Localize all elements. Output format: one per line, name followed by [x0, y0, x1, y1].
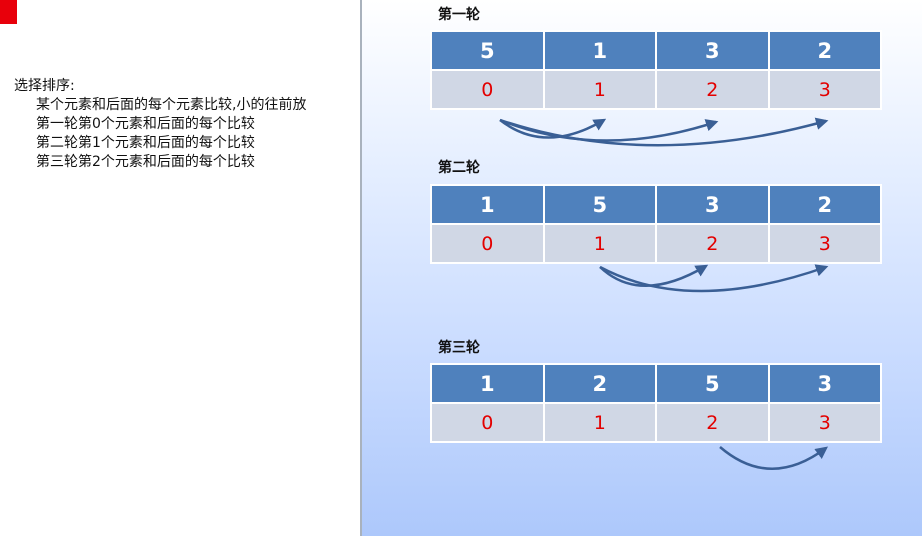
- notes-line: 第一轮第0个元素和后面的每个比较: [36, 116, 255, 132]
- array-value-cell: 2: [767, 184, 882, 225]
- notes-line: 某个元素和后面的每个元素比较,小的往前放: [36, 97, 307, 113]
- array-index-cell: 0: [430, 402, 545, 443]
- array-index-cell: 1: [542, 402, 657, 443]
- round-2-array: 1 5 3 2 0 1 2 3: [430, 184, 882, 264]
- array-value-cell: 3: [767, 363, 882, 404]
- red-marker: [0, 0, 17, 24]
- notes-line: 第三轮第2个元素和后面的每个比较: [36, 154, 255, 170]
- array-value-cell: 1: [430, 363, 545, 404]
- round-1-array: 5 1 3 2 0 1 2 3: [430, 30, 882, 110]
- array-value-cell: 2: [542, 363, 657, 404]
- round-3-array: 1 2 5 3 0 1 2 3: [430, 363, 882, 443]
- notes-line: 第二轮第1个元素和后面的每个比较: [36, 135, 255, 151]
- array-index-cell: 0: [430, 223, 545, 264]
- array-value-cell: 5: [542, 184, 657, 225]
- round-2-title: 第二轮: [438, 160, 480, 176]
- array-value-cell: 3: [655, 184, 770, 225]
- array-index-cell: 3: [767, 402, 882, 443]
- array-value-cell: 5: [655, 363, 770, 404]
- array-index-cell: 2: [655, 69, 770, 110]
- array-value-cell: 1: [430, 184, 545, 225]
- array-value-cell: 1: [542, 30, 657, 71]
- array-index-cell: 1: [542, 69, 657, 110]
- array-value-cell: 3: [655, 30, 770, 71]
- array-index-cell: 3: [767, 223, 882, 264]
- array-index-cell: 1: [542, 223, 657, 264]
- notes-panel: 选择排序: 某个元素和后面的每个元素比较,小的往前放 第一轮第0个元素和后面的每…: [14, 77, 306, 172]
- round-1-title: 第一轮: [438, 7, 480, 23]
- array-index-cell: 3: [767, 69, 882, 110]
- array-index-cell: 0: [430, 69, 545, 110]
- array-value-cell: 2: [767, 30, 882, 71]
- round-3-title: 第三轮: [438, 340, 480, 356]
- array-index-cell: 2: [655, 223, 770, 264]
- notes-heading: 选择排序:: [14, 78, 75, 94]
- array-value-cell: 5: [430, 30, 545, 71]
- array-index-cell: 2: [655, 402, 770, 443]
